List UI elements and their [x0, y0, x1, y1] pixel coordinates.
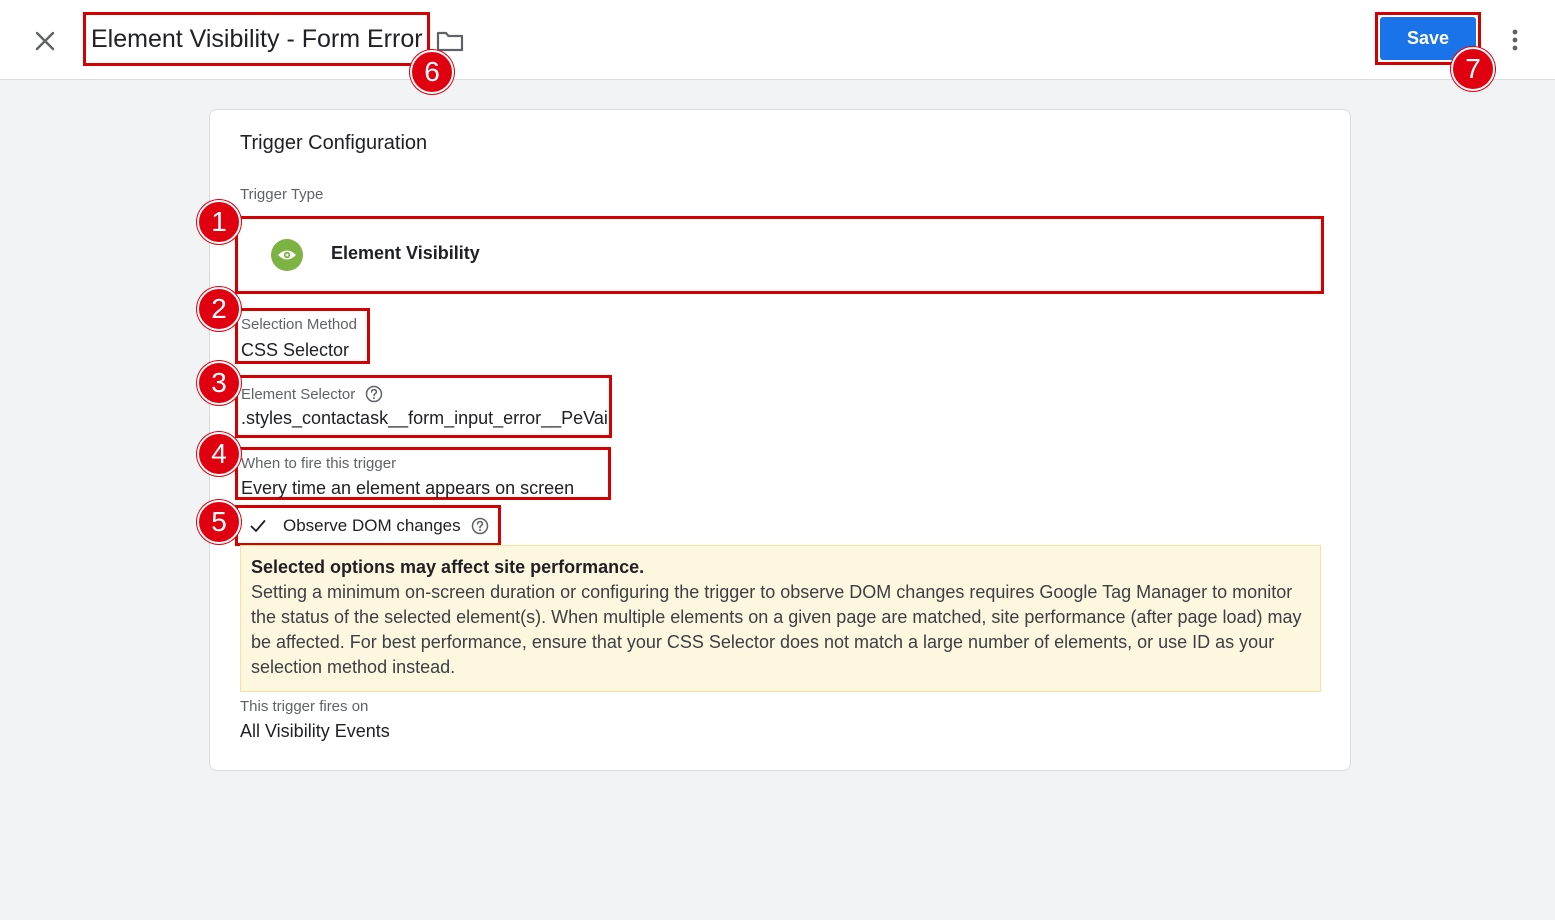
element-selector-label: Element Selector	[241, 385, 356, 403]
trigger-type-label: Trigger Type	[240, 186, 324, 203]
card-title: Trigger Configuration	[240, 132, 428, 154]
annotation-badge-1: 1	[197, 200, 241, 244]
check-icon	[250, 519, 266, 532]
selection-method-value: CSS Selector	[241, 340, 350, 360]
close-button[interactable]	[30, 26, 60, 56]
fires-on-label: This trigger fires on	[240, 698, 369, 715]
observe-dom-help[interactable]	[471, 517, 489, 535]
close-icon	[35, 31, 55, 51]
element-selector-help[interactable]	[365, 385, 383, 403]
trigger-type-icon	[271, 239, 303, 271]
annotation-badge-7: 7	[1451, 47, 1495, 91]
help-circle-icon	[365, 385, 383, 403]
when-to-fire-value: Every time an element appears on screen	[241, 478, 575, 498]
observe-dom-label: Observe DOM changes	[283, 515, 461, 535]
warning-body: Setting a minimum on-screen duration or …	[251, 582, 1302, 677]
selection-method-field[interactable]: Selection Method CSS Selector	[235, 308, 370, 364]
element-selector-value: .styles_contactask__form_input_error__Pe…	[241, 408, 608, 428]
top-bar: Element Visibility - Form Error Save	[0, 0, 1555, 80]
performance-warning: Selected options may affect site perform…	[240, 545, 1321, 692]
annotation-badge-6: 6	[410, 50, 454, 94]
annotation-badge-2: 2	[197, 287, 241, 331]
more-options-button[interactable]	[1503, 25, 1527, 55]
observe-dom-checkbox[interactable]: Observe DOM changes	[235, 505, 501, 546]
trigger-type-selector[interactable]: Element Visibility	[235, 216, 1324, 294]
help-circle-icon	[471, 517, 488, 534]
trigger-type-name: Element Visibility	[331, 243, 480, 263]
element-selector-field[interactable]: Element Selector .styles_contactask__for…	[235, 375, 612, 438]
fires-on-value: All Visibility Events	[240, 721, 390, 741]
more-vert-icon	[1512, 29, 1518, 51]
trigger-name: Element Visibility - Form Error	[91, 24, 423, 53]
trigger-name-field[interactable]: Element Visibility - Form Error	[83, 12, 430, 66]
selection-method-label: Selection Method	[241, 316, 357, 333]
annotation-badge-4: 4	[197, 432, 241, 476]
when-to-fire-field[interactable]: When to fire this trigger Every time an …	[235, 447, 611, 500]
annotation-badge-3: 3	[197, 361, 241, 405]
annotation-badge-5: 5	[197, 500, 241, 544]
when-to-fire-label: When to fire this trigger	[241, 455, 397, 472]
trigger-configuration-card: Trigger Configuration Trigger Type Eleme…	[209, 109, 1351, 771]
element-selector-label-row: Element Selector	[241, 385, 383, 403]
warning-title: Selected options may affect site perform…	[251, 557, 645, 577]
folder-icon	[436, 31, 464, 52]
eye-icon	[278, 250, 296, 260]
